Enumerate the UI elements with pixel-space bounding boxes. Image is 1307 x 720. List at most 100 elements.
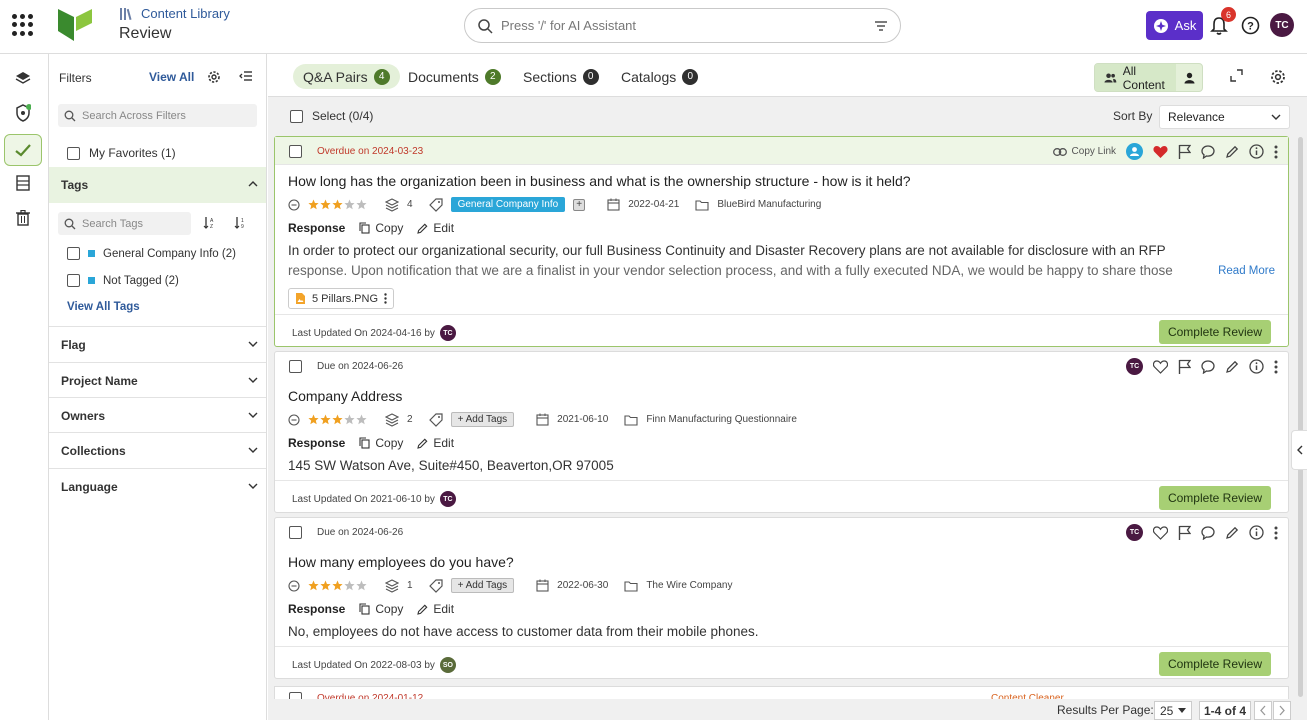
select-all-checkbox[interactable] [290, 109, 303, 123]
scrollbar[interactable] [1298, 137, 1303, 697]
company-logo[interactable] [58, 9, 92, 41]
star-empty-icon[interactable] [356, 414, 367, 425]
help-icon[interactable]: ? [1241, 16, 1260, 35]
filter-section-owners[interactable]: Owners [49, 397, 266, 433]
pencil-icon[interactable] [1225, 360, 1239, 374]
select-all[interactable]: Select (0/4) [290, 109, 373, 123]
read-more-link[interactable]: Read More [1218, 265, 1275, 277]
trash-icon[interactable] [12, 207, 34, 229]
filter-section-collections[interactable]: Collections [49, 432, 266, 468]
project-name[interactable]: Finn Manufacturing Questionnaire [646, 414, 797, 425]
filters-search-input[interactable]: Search Across Filters [58, 104, 257, 127]
sort-count-icon[interactable]: 19 [233, 216, 247, 230]
flag-icon[interactable] [1178, 525, 1191, 540]
edit-button[interactable]: Edit [417, 436, 454, 450]
star-empty-icon[interactable] [344, 414, 355, 425]
side-panel-toggle[interactable] [1291, 430, 1307, 470]
card-checkbox[interactable] [289, 360, 302, 373]
question-text[interactable]: How long has the organization been in bu… [288, 173, 911, 189]
star-filled-icon[interactable] [320, 199, 331, 210]
add-tag-button[interactable]: + [573, 198, 586, 211]
copy-button[interactable]: Copy [359, 602, 403, 616]
shield-icon[interactable] [12, 102, 34, 124]
tag-checkbox[interactable] [67, 247, 80, 260]
filter-section-flag[interactable]: Flag [49, 326, 266, 362]
qa-card[interactable]: Due on 2024-06-26 TC Company Address 2 +… [274, 351, 1289, 513]
review-nav-icon[interactable] [4, 134, 42, 166]
view-all-tags-link[interactable]: View All Tags [67, 301, 140, 313]
copy-link-button[interactable]: Copy Link [1052, 146, 1116, 157]
star-empty-icon[interactable] [344, 580, 355, 591]
comment-icon[interactable] [1201, 144, 1215, 159]
sort-by-select[interactable]: Relevance [1159, 105, 1290, 129]
star-empty-icon[interactable] [344, 199, 355, 210]
breadcrumb[interactable]: Content Library [119, 6, 230, 21]
heart-filled-icon[interactable] [1153, 145, 1168, 159]
tag-checkbox[interactable] [67, 274, 80, 287]
filter-section-project-name[interactable]: Project Name [49, 362, 266, 398]
my-content-button[interactable] [1176, 72, 1202, 84]
flag-icon[interactable] [1178, 144, 1191, 159]
more-vertical-icon[interactable] [1274, 145, 1278, 159]
filter-section-language[interactable]: Language [49, 468, 266, 504]
card-checkbox[interactable] [289, 526, 302, 539]
expand-icon[interactable] [1230, 69, 1243, 82]
star-empty-icon[interactable] [356, 199, 367, 210]
edit-button[interactable]: Edit [417, 602, 454, 616]
more-vertical-icon[interactable] [1274, 526, 1278, 540]
star-empty-icon[interactable] [356, 580, 367, 591]
star-filled-icon[interactable] [332, 580, 343, 591]
shared-user-icon[interactable] [1126, 143, 1143, 160]
attachment-chip[interactable]: 5 Pillars.PNG [288, 288, 395, 309]
info-icon[interactable] [1249, 359, 1264, 374]
edit-button[interactable]: Edit [417, 221, 454, 235]
tab-qa-pairs[interactable]: Q&A Pairs 4 [293, 64, 400, 89]
owner-avatar[interactable]: TC [439, 325, 456, 341]
view-all-filters-link[interactable]: View All [149, 70, 194, 84]
rating-stars[interactable] [308, 580, 367, 591]
ask-button[interactable]: Ask [1146, 11, 1203, 40]
info-icon[interactable] [1249, 525, 1264, 540]
complete-review-button[interactable]: Complete Review [1159, 652, 1271, 676]
more-vertical-icon[interactable] [1274, 360, 1278, 374]
layers-icon[interactable] [12, 67, 34, 89]
star-filled-icon[interactable] [320, 414, 331, 425]
star-filled-icon[interactable] [308, 580, 319, 591]
question-text[interactable]: Company Address [288, 388, 402, 404]
heart-icon[interactable] [1153, 359, 1168, 374]
add-tags-button[interactable]: + Add Tags [450, 578, 515, 593]
project-name[interactable]: The Wire Company [646, 580, 732, 591]
qa-card[interactable]: Overdue on 2024-03-23 Copy Link How long… [274, 136, 1289, 347]
star-filled-icon[interactable] [308, 414, 319, 425]
filter-icon[interactable] [874, 20, 888, 32]
favorites-checkbox[interactable] [67, 146, 80, 160]
all-content-button[interactable]: All Content [1095, 64, 1177, 92]
owner-avatar[interactable]: TC [439, 491, 456, 507]
star-filled-icon[interactable] [308, 199, 319, 210]
next-page-button[interactable] [1273, 701, 1291, 720]
heart-icon[interactable] [1153, 525, 1168, 540]
question-text[interactable]: How many employees do you have? [288, 554, 514, 570]
pencil-icon[interactable] [1225, 526, 1239, 540]
tag-chip[interactable]: General Company Info [450, 197, 566, 212]
comment-icon[interactable] [1201, 359, 1215, 374]
user-avatar[interactable]: TC [1270, 13, 1294, 37]
tag-filter-item[interactable]: Not Tagged (2) [67, 274, 179, 287]
tab-sections[interactable]: Sections 0 [513, 64, 609, 89]
copy-button[interactable]: Copy [359, 436, 403, 450]
star-filled-icon[interactable] [320, 580, 331, 591]
settings-gear-icon[interactable] [1270, 69, 1286, 85]
tags-section-header[interactable]: Tags [49, 167, 266, 203]
card-checkbox[interactable] [289, 145, 302, 158]
owner-avatar[interactable]: SO [439, 657, 456, 673]
tab-catalogs[interactable]: Catalogs 0 [611, 64, 708, 89]
project-name[interactable]: BlueBird Manufacturing [717, 199, 821, 210]
assignee-avatar[interactable]: TC [1126, 358, 1143, 375]
filter-settings-gear-icon[interactable] [207, 70, 221, 84]
ai-search-input[interactable]: Press '/' for AI Assistant [464, 8, 901, 43]
tab-documents[interactable]: Documents 2 [398, 64, 511, 89]
sort-alpha-icon[interactable]: AZ [203, 216, 217, 230]
tags-search-input[interactable]: Search Tags [58, 212, 191, 235]
complete-review-button[interactable]: Complete Review [1159, 320, 1271, 344]
qa-card[interactable]: Due on 2024-06-26 TC How many employees … [274, 517, 1289, 679]
